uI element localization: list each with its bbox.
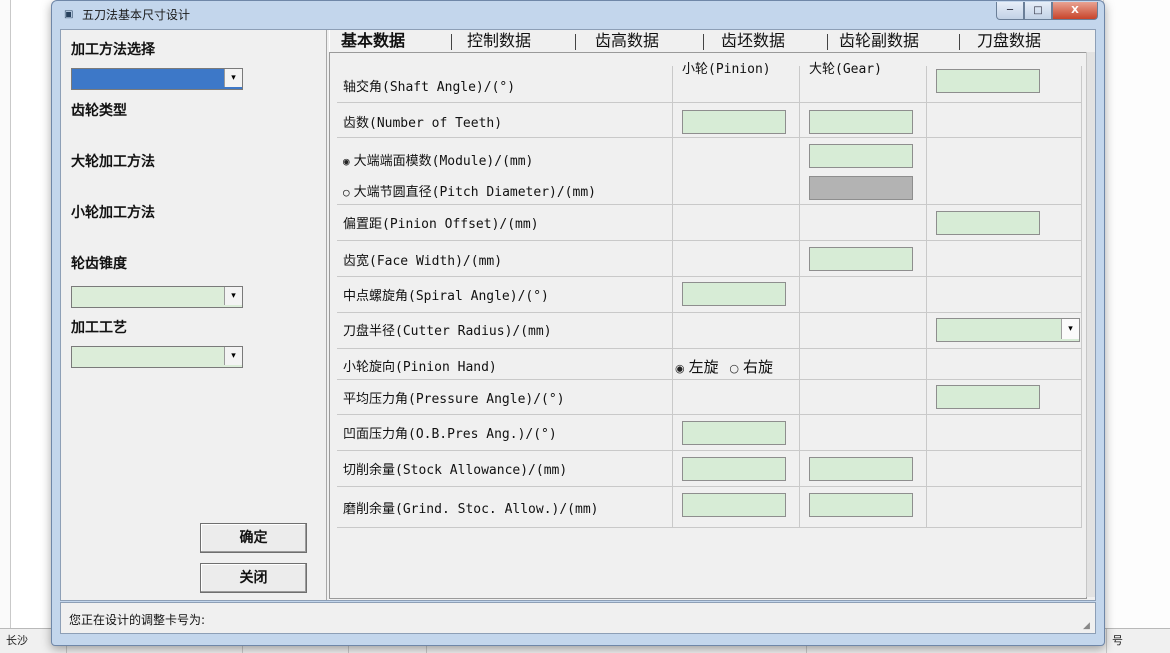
spiral-angle-label: 中点螺旋角(Spiral Angle)/(°) xyxy=(343,289,549,304)
face-width-label: 齿宽(Face Width)/(mm) xyxy=(343,254,503,269)
status-text: 您正在设计的调整卡号为: xyxy=(69,613,206,627)
pinion-stock-allowance-input[interactable] xyxy=(682,457,786,481)
pinion-hand-radio-group: ◉ 左旋 ○ 右旋 xyxy=(675,356,773,377)
pitch-diameter-label: 大端节圆直径(Pitch Diameter)/(mm) xyxy=(353,185,596,200)
gear-stock-allowance-input[interactable] xyxy=(809,457,913,481)
close-button[interactable]: 关闭 xyxy=(200,563,307,593)
cutter-radius-select[interactable]: ▾ xyxy=(936,318,1080,342)
grid-line xyxy=(337,102,1082,103)
background-window-edge-left xyxy=(0,0,11,630)
grid-line xyxy=(337,486,1082,487)
tab-blank-data[interactable]: 齿坯数据 xyxy=(721,30,785,52)
status-bar: 您正在设计的调整卡号为: ◢ xyxy=(60,602,1096,634)
tab-separator xyxy=(575,34,576,50)
tab-gear-pair-data[interactable]: 齿轮副数据 xyxy=(839,30,919,52)
grid-line xyxy=(337,414,1082,415)
pinion-hand-label: 小轮旋向(Pinion Hand) xyxy=(343,360,497,375)
grid-line xyxy=(337,379,1082,380)
left-hand-option[interactable]: 左旋 xyxy=(689,358,719,376)
grid-line xyxy=(337,527,1082,528)
module-input[interactable] xyxy=(809,144,913,168)
pinion-column-header: 小轮(Pinion) xyxy=(680,58,773,77)
shaft-angle-input[interactable] xyxy=(936,69,1040,93)
ok-button[interactable]: 确定 xyxy=(200,523,307,553)
grid-line xyxy=(337,348,1082,349)
radio-unselected-icon[interactable]: ○ xyxy=(729,362,739,375)
grid-line xyxy=(337,276,1082,277)
grid-line xyxy=(337,450,1082,451)
radio-selected-icon[interactable]: ◉ xyxy=(343,155,350,168)
right-hand-option[interactable]: 右旋 xyxy=(743,358,773,376)
chevron-down-icon[interactable]: ▾ xyxy=(224,69,242,87)
taper-label: 轮齿锥度 xyxy=(71,256,127,272)
method-select[interactable]: ▾ xyxy=(71,68,243,90)
grid-line xyxy=(337,312,1082,313)
shaft-angle-label: 轴交角(Shaft Angle)/(°) xyxy=(343,80,516,95)
radio-unselected-icon[interactable]: ○ xyxy=(343,186,350,199)
tab-basic-data[interactable]: 基本数据 xyxy=(341,30,405,52)
background-status-cell: 号 xyxy=(1112,634,1123,647)
window-controls: ─ □ X xyxy=(996,2,1098,21)
offset-label: 偏置距(Pinion Offset)/(mm) xyxy=(343,217,539,232)
grid-line xyxy=(672,66,673,527)
pinion-teeth-input[interactable] xyxy=(682,110,786,134)
tab-tooth-height-data[interactable]: 齿高数据 xyxy=(595,30,659,52)
ob-pressure-angle-input[interactable] xyxy=(682,421,786,445)
title-bar[interactable]: ▣ 五刀法基本尺寸设计 ─ □ X xyxy=(52,1,1104,29)
module-radio-row[interactable]: ◉ 大端端面模数(Module)/(mm) xyxy=(343,150,533,169)
left-panel: 加工方法选择 ▾ 齿轮类型 大轮加工方法 小轮加工方法 轮齿锥度 ▾ 加工工艺 … xyxy=(61,30,319,600)
stock-allowance-label: 切削余量(Stock Allowance)/(mm) xyxy=(343,463,568,478)
spiral-angle-input[interactable] xyxy=(682,282,786,306)
window-title: 五刀法基本尺寸设计 xyxy=(82,8,191,22)
chevron-down-icon[interactable]: ▾ xyxy=(224,287,242,305)
module-label: 大端端面模数(Module)/(mm) xyxy=(353,154,534,169)
pitch-diameter-radio-row[interactable]: ○ 大端节圆直径(Pitch Diameter)/(mm) xyxy=(343,181,596,200)
tab-separator xyxy=(827,34,828,50)
tab-separator xyxy=(959,34,960,50)
method-label: 加工方法选择 xyxy=(71,42,155,58)
gear-column-header: 大轮(Gear) xyxy=(807,58,884,77)
process-select[interactable]: ▾ xyxy=(71,346,243,368)
gear-type-label: 齿轮类型 xyxy=(71,103,127,119)
chevron-down-icon[interactable]: ▾ xyxy=(1061,319,1079,339)
grid-line xyxy=(337,240,1082,241)
resize-grip-icon[interactable]: ◢ xyxy=(1083,621,1093,631)
background-window-edge-right xyxy=(1103,0,1170,630)
grid-line xyxy=(799,66,800,527)
pinion-process-label: 小轮加工方法 xyxy=(71,205,155,221)
design-dialog-window: ▣ 五刀法基本尺寸设计 ─ □ X 加工方法选择 ▾ 齿轮类型 大轮加工方法 小… xyxy=(51,0,1105,646)
pitch-diameter-input xyxy=(809,176,913,200)
tab-control-data[interactable]: 控制数据 xyxy=(467,30,531,52)
cutter-radius-label: 刀盘半径(Cutter Radius)/(mm) xyxy=(343,324,552,339)
pinion-grind-allowance-input[interactable] xyxy=(682,493,786,517)
tab-separator xyxy=(451,34,452,50)
grind-allowance-label: 磨削余量(Grind. Stoc. Allow.)/(mm) xyxy=(343,502,599,517)
vertical-scrollbar[interactable] xyxy=(1086,52,1095,597)
grid-line xyxy=(926,66,927,527)
gear-teeth-input[interactable] xyxy=(809,110,913,134)
grid-line xyxy=(337,204,1082,205)
tab-separator xyxy=(703,34,704,50)
ob-pressure-angle-label: 凹面压力角(O.B.Pres Ang.)/(°) xyxy=(343,427,557,442)
chevron-down-icon[interactable]: ▾ xyxy=(224,347,242,365)
pressure-angle-label: 平均压力角(Pressure Angle)/(°) xyxy=(343,392,565,407)
app-icon: ▣ xyxy=(64,9,74,20)
teeth-label: 齿数(Number of Teeth) xyxy=(343,116,503,131)
pressure-angle-input[interactable] xyxy=(936,385,1040,409)
gear-grind-allowance-input[interactable] xyxy=(809,493,913,517)
face-width-input[interactable] xyxy=(809,247,913,271)
taper-select[interactable]: ▾ xyxy=(71,286,243,308)
close-window-button[interactable]: X xyxy=(1052,2,1098,20)
offset-input[interactable] xyxy=(936,211,1040,235)
process-label: 加工工艺 xyxy=(71,320,127,336)
maximize-button[interactable]: □ xyxy=(1024,2,1052,20)
minimize-button[interactable]: ─ xyxy=(996,2,1024,20)
dialog-client-area: 加工方法选择 ▾ 齿轮类型 大轮加工方法 小轮加工方法 轮齿锥度 ▾ 加工工艺 … xyxy=(60,29,1096,601)
radio-selected-icon[interactable]: ◉ xyxy=(675,362,685,375)
tab-cutter-data[interactable]: 刀盘数据 xyxy=(977,30,1041,52)
grid-line xyxy=(337,137,1082,138)
grid-line xyxy=(1081,66,1082,527)
gear-process-label: 大轮加工方法 xyxy=(71,154,155,170)
